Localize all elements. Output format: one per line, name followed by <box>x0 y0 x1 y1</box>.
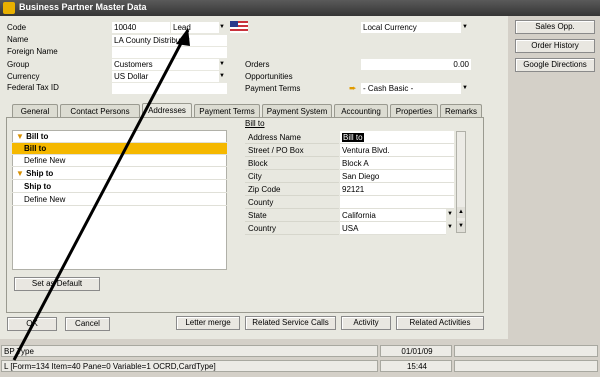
ok-button[interactable]: OK <box>7 317 57 331</box>
status-extra-2 <box>454 360 598 372</box>
foreign-name-label: Foreign Name <box>7 47 58 56</box>
card-type-dropdown-icon[interactable]: ▼ <box>218 22 226 33</box>
block-label: Block <box>245 157 339 170</box>
name-field[interactable]: LA County Distributor <box>112 35 227 46</box>
city-label: City <box>245 170 339 183</box>
local-currency-select[interactable]: Local Currency <box>361 22 461 33</box>
window-title: Business Partner Master Data <box>19 2 147 12</box>
group-dropdown-icon[interactable]: ▼ <box>218 59 226 70</box>
group-label: Group <box>7 60 30 69</box>
block-field[interactable]: Block A <box>340 157 454 170</box>
tab-contact-persons[interactable]: Contact Persons <box>60 104 140 117</box>
currency-select[interactable]: US Dollar <box>112 71 219 82</box>
title-bar: Business Partner Master Data <box>0 0 600 16</box>
related-activities-button[interactable]: Related Activities <box>396 316 484 330</box>
address-name-value: Bill to <box>342 133 364 142</box>
letter-merge-button[interactable]: Letter merge <box>176 316 240 330</box>
tab-properties[interactable]: Properties <box>390 104 438 117</box>
status-time: 15:44 <box>380 360 452 372</box>
orders-label: Orders <box>245 60 270 69</box>
payment-terms-label: Payment Terms <box>245 84 301 93</box>
google-directions-button[interactable]: Google Directions <box>515 58 595 72</box>
federal-tax-field[interactable] <box>112 83 227 94</box>
tab-addresses[interactable]: Addresses <box>142 103 192 117</box>
currency-dropdown-icon[interactable]: ▼ <box>218 71 226 82</box>
ship-to-group[interactable]: ▼ Ship to <box>12 168 227 180</box>
grid-scroll-up-icon[interactable]: ▲ <box>457 207 465 218</box>
city-field[interactable]: San Diego <box>340 170 454 183</box>
ship-to-item[interactable]: Ship to <box>12 181 227 193</box>
bill-to-group-label: Bill to <box>26 132 49 141</box>
county-field[interactable] <box>340 196 454 209</box>
group-select[interactable]: Customers <box>112 59 219 70</box>
street-label: Street / PO Box <box>245 144 339 157</box>
country-dropdown-icon[interactable]: ▼ <box>446 222 454 233</box>
payment-terms-dropdown-icon[interactable]: ▼ <box>461 83 469 94</box>
collapse-icon[interactable]: ▼ <box>16 132 26 141</box>
state-label: State <box>245 209 339 222</box>
federal-tax-label: Federal Tax ID <box>7 83 59 92</box>
payment-terms-select[interactable]: - Cash Basic - <box>361 83 461 94</box>
address-grid-heading: Bill to <box>245 119 265 128</box>
link-arrow-icon[interactable]: ➨ <box>349 83 357 94</box>
address-name-label: Address Name <box>245 131 339 144</box>
status-line-2: L [Form=134 Item=40 Pane=0 Variable=1 OC… <box>1 360 378 372</box>
set-as-default-button[interactable]: Set as Default <box>14 277 100 291</box>
tab-payment-system[interactable]: Payment System <box>262 104 332 117</box>
name-label: Name <box>7 35 29 44</box>
zip-code-field[interactable]: 92121 <box>340 183 454 196</box>
status-date: 01/01/09 <box>380 345 452 357</box>
activity-button[interactable]: Activity <box>341 316 391 330</box>
order-history-button[interactable]: Order History <box>515 39 595 53</box>
zip-code-label: Zip Code <box>245 183 339 196</box>
tab-accounting[interactable]: Accounting <box>334 104 388 117</box>
tab-payment-terms[interactable]: Payment Terms <box>194 104 260 117</box>
bill-to-define-new[interactable]: Define New <box>12 155 227 167</box>
status-line-1: BP Type <box>1 345 378 357</box>
ship-to-group-label: Ship to <box>26 169 54 178</box>
collapse-icon[interactable]: ▼ <box>16 169 26 178</box>
tab-remarks[interactable]: Remarks <box>440 104 482 117</box>
currency-label: Currency <box>7 72 40 81</box>
country-label: Country <box>245 222 339 235</box>
card-type-select[interactable]: Lead <box>171 22 219 33</box>
tab-general[interactable]: General <box>12 104 58 117</box>
code-label: Code <box>7 23 27 32</box>
address-name-field[interactable]: Bill to <box>340 131 454 144</box>
bill-to-item[interactable]: Bill to <box>12 143 227 155</box>
ship-to-define-new[interactable]: Define New <box>12 194 227 206</box>
local-currency-dropdown-icon[interactable]: ▼ <box>461 22 469 33</box>
opportunities-label: Opportunities <box>245 72 293 81</box>
orders-value: 0.00 <box>361 59 471 70</box>
street-field[interactable]: Ventura Blvd. <box>340 144 454 157</box>
flag-icon <box>230 21 248 33</box>
bill-to-group[interactable]: ▼ Bill to <box>12 131 227 143</box>
county-label: County <box>245 196 339 209</box>
sales-opp-button[interactable]: Sales Opp. <box>515 20 595 34</box>
foreign-name-field[interactable] <box>112 47 227 58</box>
status-extra-1 <box>454 345 598 357</box>
grid-scroll-down-icon[interactable]: ▼ <box>457 221 465 232</box>
window: Business Partner Master Data Code Name F… <box>0 0 600 377</box>
cancel-button[interactable]: Cancel <box>65 317 110 331</box>
country-select[interactable]: USA <box>340 222 446 235</box>
related-service-calls-button[interactable]: Related Service Calls <box>245 316 336 330</box>
app-icon <box>3 2 15 14</box>
state-dropdown-icon[interactable]: ▼ <box>446 209 454 220</box>
state-select[interactable]: California <box>340 209 446 222</box>
code-field[interactable]: 10040 <box>112 22 170 33</box>
